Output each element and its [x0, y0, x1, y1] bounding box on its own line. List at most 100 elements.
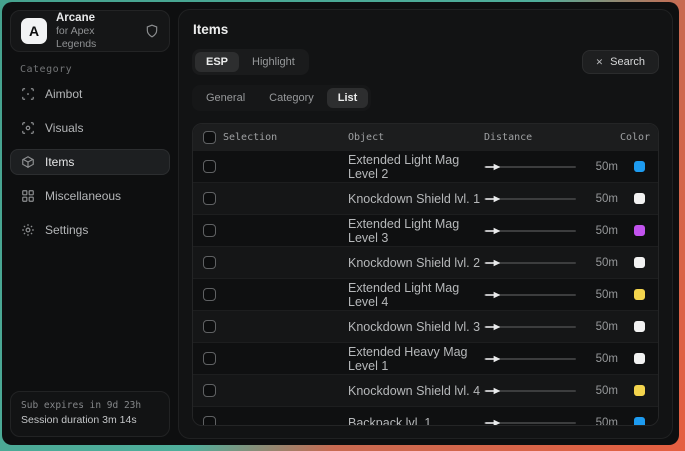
sidebar-item-settings[interactable]: Settings: [10, 217, 170, 243]
distance-value: 50m: [576, 321, 620, 333]
column-header-object: Object: [348, 132, 484, 143]
row-checkbox[interactable]: [203, 416, 216, 426]
color-swatch[interactable]: [634, 385, 645, 396]
gear-icon: [21, 223, 35, 237]
app-subtitle: for Apex Legends: [56, 25, 136, 51]
column-header-color: Color: [620, 132, 658, 143]
sidebar: A Arcane for Apex Legends Category Aimbo…: [2, 2, 178, 445]
row-checkbox[interactable]: [203, 352, 216, 365]
category-label: Category: [20, 64, 178, 75]
table-row: Extended Heavy Mag Level 1 50m: [193, 342, 658, 374]
color-swatch[interactable]: [634, 321, 645, 332]
row-checkbox[interactable]: [203, 320, 216, 333]
cube-icon: [21, 155, 35, 169]
slider-thumb[interactable]: [485, 195, 500, 203]
tab-highlight[interactable]: Highlight: [241, 52, 306, 72]
slider-thumb[interactable]: [485, 387, 500, 395]
object-name: Extended Heavy Mag Level 1: [348, 345, 484, 373]
distance-slider[interactable]: [484, 289, 576, 301]
slider-thumb[interactable]: [485, 291, 500, 299]
slider-thumb[interactable]: [485, 355, 500, 363]
toolbar: ESP Highlight ✕ Search: [192, 49, 659, 75]
table-row: Knockdown Shield lvl. 4 50m: [193, 374, 658, 406]
distance-value: 50m: [576, 353, 620, 365]
color-swatch[interactable]: [634, 161, 645, 172]
object-name: Knockdown Shield lvl. 2: [348, 256, 484, 270]
session-duration-text: Session duration 3m 14s: [21, 413, 159, 429]
tab-list[interactable]: List: [327, 88, 369, 108]
app-window: A Arcane for Apex Legends Category Aimbo…: [2, 2, 679, 445]
table-row: Backpack lvl. 1 50m: [193, 406, 658, 426]
object-name: Extended Light Mag Level 4: [348, 281, 484, 309]
shield-icon[interactable]: [145, 24, 159, 38]
distance-slider[interactable]: [484, 225, 576, 237]
subscription-card: Sub expires in 9d 23h Session duration 3…: [10, 391, 170, 437]
slider-thumb[interactable]: [485, 419, 500, 426]
close-icon: ✕: [596, 57, 604, 68]
tab-category[interactable]: Category: [258, 88, 325, 108]
sidebar-nav: Aimbot Visuals Items Miscellaneous Setti…: [2, 81, 178, 243]
brand-card: A Arcane for Apex Legends: [10, 10, 170, 52]
distance-value: 50m: [576, 385, 620, 397]
crosshair-icon: [21, 87, 35, 101]
object-name: Extended Light Mag Level 3: [348, 217, 484, 245]
sidebar-item-miscellaneous[interactable]: Miscellaneous: [10, 183, 170, 209]
table-row: Knockdown Shield lvl. 2 50m: [193, 246, 658, 278]
grid-icon: [21, 189, 35, 203]
slider-thumb[interactable]: [485, 259, 500, 267]
slider-thumb[interactable]: [485, 323, 500, 331]
row-checkbox[interactable]: [203, 192, 216, 205]
color-swatch[interactable]: [634, 289, 645, 300]
sidebar-item-visuals[interactable]: Visuals: [10, 115, 170, 141]
distance-value: 50m: [576, 225, 620, 237]
row-checkbox[interactable]: [203, 384, 216, 397]
distance-value: 50m: [576, 193, 620, 205]
page-title: Items: [193, 22, 659, 37]
object-name: Backpack lvl. 1: [348, 416, 484, 427]
distance-slider[interactable]: [484, 193, 576, 205]
table-row: Extended Light Mag Level 3 50m: [193, 214, 658, 246]
distance-slider[interactable]: [484, 353, 576, 365]
app-logo: A: [21, 18, 47, 44]
column-header-distance: Distance: [484, 132, 576, 143]
slider-thumb[interactable]: [485, 227, 500, 235]
slider-thumb[interactable]: [485, 163, 500, 171]
color-swatch[interactable]: [634, 225, 645, 236]
color-swatch[interactable]: [634, 193, 645, 204]
color-swatch[interactable]: [634, 257, 645, 268]
sidebar-item-aimbot[interactable]: Aimbot: [10, 81, 170, 107]
sidebar-item-items[interactable]: Items: [10, 149, 170, 175]
distance-slider[interactable]: [484, 257, 576, 269]
search-button[interactable]: ✕ Search: [582, 50, 659, 74]
row-checkbox[interactable]: [203, 288, 216, 301]
row-checkbox[interactable]: [203, 256, 216, 269]
main-panel: Items ESP Highlight ✕ Search General Cat…: [178, 9, 673, 439]
mode-tab-group: ESP Highlight: [192, 49, 309, 75]
scan-eye-icon: [21, 121, 35, 135]
table-body: Extended Light Mag Level 2 50m Knockdown…: [193, 150, 658, 426]
table-row: Extended Light Mag Level 2 50m: [193, 150, 658, 182]
distance-slider[interactable]: [484, 385, 576, 397]
view-tab-group: General Category List: [192, 85, 371, 111]
tab-general[interactable]: General: [195, 88, 256, 108]
distance-slider[interactable]: [484, 417, 576, 427]
color-swatch[interactable]: [634, 353, 645, 364]
table-row: Knockdown Shield lvl. 1 50m: [193, 182, 658, 214]
distance-value: 50m: [576, 161, 620, 173]
select-all-checkbox[interactable]: [203, 131, 216, 144]
distance-value: 50m: [576, 417, 620, 427]
row-checkbox[interactable]: [203, 224, 216, 237]
distance-slider[interactable]: [484, 321, 576, 333]
object-name: Knockdown Shield lvl. 3: [348, 320, 484, 334]
items-table: Selection Object Distance Color Extended…: [192, 123, 659, 426]
column-header-selection: Selection: [223, 132, 348, 143]
object-name: Knockdown Shield lvl. 1: [348, 192, 484, 206]
color-swatch[interactable]: [634, 417, 645, 426]
distance-slider[interactable]: [484, 161, 576, 173]
app-name: Arcane: [56, 11, 136, 25]
tab-esp[interactable]: ESP: [195, 52, 239, 72]
table-row: Extended Light Mag Level 4 50m: [193, 278, 658, 310]
distance-value: 50m: [576, 257, 620, 269]
sub-expires-text: Sub expires in 9d 23h: [21, 399, 159, 413]
row-checkbox[interactable]: [203, 160, 216, 173]
